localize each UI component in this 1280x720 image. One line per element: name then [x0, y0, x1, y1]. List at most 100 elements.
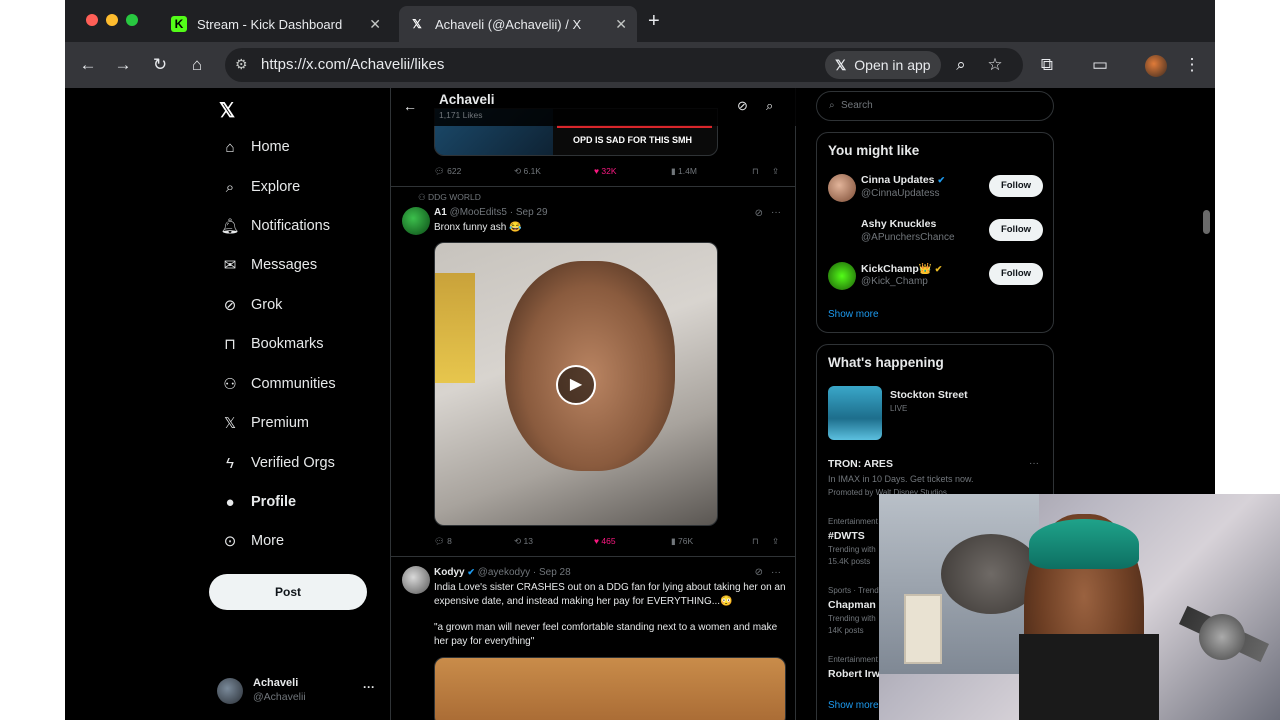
follow-suggestion[interactable]: Cinna Updates ✔ @CinnaUpdatess Follow: [828, 174, 1043, 204]
minimize-window-button[interactable]: [106, 14, 118, 26]
person-icon: ●: [225, 493, 235, 511]
tab-x-profile[interactable]: 𝕏 Achaveli (@Achavelii) / X ✕: [399, 6, 637, 42]
grok-icon[interactable]: ⊘: [755, 567, 763, 578]
menu-kebab-icon[interactable]: ⋮: [1182, 55, 1202, 75]
user-name-text: KickChamp👑: [861, 263, 932, 275]
tweet-author[interactable]: A1 @MooEdits5 · Sep 29: [434, 207, 548, 218]
more-icon[interactable]: ···: [771, 207, 781, 218]
back-arrow-icon[interactable]: ←: [403, 98, 417, 114]
close-window-button[interactable]: [86, 14, 98, 26]
tweet-video[interactable]: ▶: [434, 242, 718, 526]
tweet-author[interactable]: Kodyy ✔ @ayekodyy · Sep 28: [434, 567, 571, 578]
nav-notifications[interactable]: 🔔︎ Notifications: [219, 215, 330, 237]
grok-icon[interactable]: ⊘: [737, 98, 748, 114]
back-icon[interactable]: ←: [78, 55, 98, 75]
views-button[interactable]: ▮ 76K: [671, 536, 693, 547]
user-handle: @APunchersChance: [861, 232, 955, 243]
search-input[interactable]: ⌕ Search: [816, 91, 1054, 121]
profile-avatar[interactable]: [1145, 55, 1167, 77]
new-tab-button[interactable]: +: [648, 10, 660, 33]
nav-profile[interactable]: ● Profile: [219, 491, 296, 513]
tweet-text: Bronx funny ash 😂: [434, 222, 522, 233]
user-name: Cinna Updates ✔: [861, 174, 945, 186]
user-handle: @Kick_Champ: [861, 276, 928, 287]
more-icon[interactable]: ···: [1029, 458, 1039, 469]
open-in-app-button[interactable]: 𝕏 Open in app: [825, 51, 941, 79]
search-icon[interactable]: ⌕: [766, 98, 773, 114]
timeline: ← Achaveli 1,171 Likes ⊘ ⌕ OPD IS SAD FO…: [390, 88, 796, 720]
url-text[interactable]: https://x.com/Achavelii/likes: [261, 56, 444, 73]
address-bar[interactable]: ⚙ https://x.com/Achavelii/likes 𝕏 Open i…: [225, 48, 1023, 82]
zoom-icon[interactable]: ⌕: [951, 55, 971, 75]
nav-bookmarks[interactable]: ⊓ Bookmarks: [219, 333, 323, 355]
close-tab-icon[interactable]: ✕: [369, 16, 381, 33]
nav-home[interactable]: ⌂ Home: [219, 136, 289, 158]
share-icon[interactable]: ⇪: [772, 536, 779, 547]
account-switcher[interactable]: Achaveli @Achavelii ···: [217, 676, 377, 710]
like-button[interactable]: ♥ 465: [594, 536, 616, 546]
like-count: 32K: [601, 166, 617, 176]
bookmark-icon[interactable]: ⊓: [752, 166, 759, 177]
post-button[interactable]: Post: [209, 574, 367, 610]
follow-button[interactable]: Follow: [989, 219, 1043, 241]
follow-suggestion[interactable]: Ashy Knuckles @APunchersChance Follow: [828, 218, 1043, 248]
site-settings-icon[interactable]: ⚙: [235, 56, 248, 73]
repost-button[interactable]: ⟲ 13: [514, 536, 533, 547]
nav-messages[interactable]: ✉ Messages: [219, 254, 317, 276]
promo-title[interactable]: TRON: ARES: [828, 458, 893, 470]
close-tab-icon[interactable]: ✕: [615, 16, 627, 33]
play-icon[interactable]: ▶: [556, 365, 596, 405]
user-name-text: Cinna Updates: [861, 174, 935, 186]
show-more-link[interactable]: Show more: [828, 700, 879, 711]
avatar[interactable]: [402, 566, 430, 594]
avatar[interactable]: [402, 207, 430, 235]
bookmark-icon[interactable]: ⊓: [752, 536, 759, 547]
grok-icon: ⊘: [223, 297, 237, 314]
trend-name[interactable]: Robert Irwi: [828, 668, 883, 680]
tweet-text: India Love's sister CRASHES out on a DDG…: [434, 582, 786, 607]
maximize-window-button[interactable]: [126, 14, 138, 26]
nav-communities[interactable]: ⚇ Communities: [219, 373, 335, 395]
who-to-follow-card: You might like Cinna Updates ✔ @CinnaUpd…: [816, 132, 1054, 333]
nav-verified-orgs[interactable]: ϟ Verified Orgs: [219, 452, 335, 474]
share-icon[interactable]: ⇪: [772, 166, 779, 177]
reload-icon[interactable]: ↻: [150, 55, 170, 75]
extensions-icon[interactable]: ⧉: [1037, 55, 1057, 75]
more-icon[interactable]: ···: [363, 680, 375, 694]
follow-suggestion[interactable]: KickChamp👑 ✔ @Kick_Champ Follow: [828, 262, 1043, 292]
x-logo-icon[interactable]: 𝕏: [219, 98, 235, 123]
author-name: A1: [434, 207, 447, 218]
page-scrollbar[interactable]: [1203, 210, 1210, 234]
nav-label: Explore: [251, 179, 301, 195]
grok-icon[interactable]: ⊘: [755, 208, 763, 219]
more-icon[interactable]: ···: [771, 567, 781, 578]
sidebar-toggle-icon[interactable]: ▭: [1090, 55, 1110, 75]
forward-icon[interactable]: →: [113, 55, 133, 75]
show-more-link[interactable]: Show more: [828, 309, 879, 320]
reply-button[interactable]: 💬︎ 622: [434, 166, 461, 177]
nav-more[interactable]: ⊙ More: [219, 530, 284, 552]
repost-button[interactable]: ⟲ 6.1K: [514, 166, 541, 177]
author-name: Kodyy: [434, 567, 465, 578]
tab-title: Achaveli (@Achavelii) / X: [435, 16, 582, 32]
nav-premium[interactable]: 𝕏 Premium: [219, 412, 309, 434]
like-button[interactable]: ♥ 32K: [594, 166, 617, 176]
trend-category: Entertainment: [828, 517, 878, 526]
home-icon[interactable]: ⌂: [187, 55, 207, 75]
live-thumbnail[interactable]: [828, 386, 882, 440]
live-title[interactable]: Stockton Street: [890, 389, 968, 401]
follow-button[interactable]: Follow: [989, 263, 1043, 285]
tweet-video[interactable]: [434, 657, 786, 720]
trend-name[interactable]: #DWTS: [828, 530, 865, 542]
reply-button[interactable]: 💬︎ 8: [434, 536, 452, 547]
avatar: [828, 174, 856, 202]
trend-name[interactable]: Chapman: [828, 599, 876, 611]
tab-kick-dashboard[interactable]: K Stream - Kick Dashboard ✕: [161, 6, 391, 42]
views-button[interactable]: ▮ 1.4M: [671, 166, 697, 177]
nav-explore[interactable]: ⌕ Explore: [219, 176, 300, 198]
like-count: 465: [601, 536, 616, 546]
follow-button[interactable]: Follow: [989, 175, 1043, 197]
bookmark-star-icon[interactable]: ☆: [985, 55, 1005, 75]
nav-grok[interactable]: ⊘ Grok: [219, 294, 283, 316]
author-handle: @ayekodyy · Sep 28: [477, 567, 571, 578]
